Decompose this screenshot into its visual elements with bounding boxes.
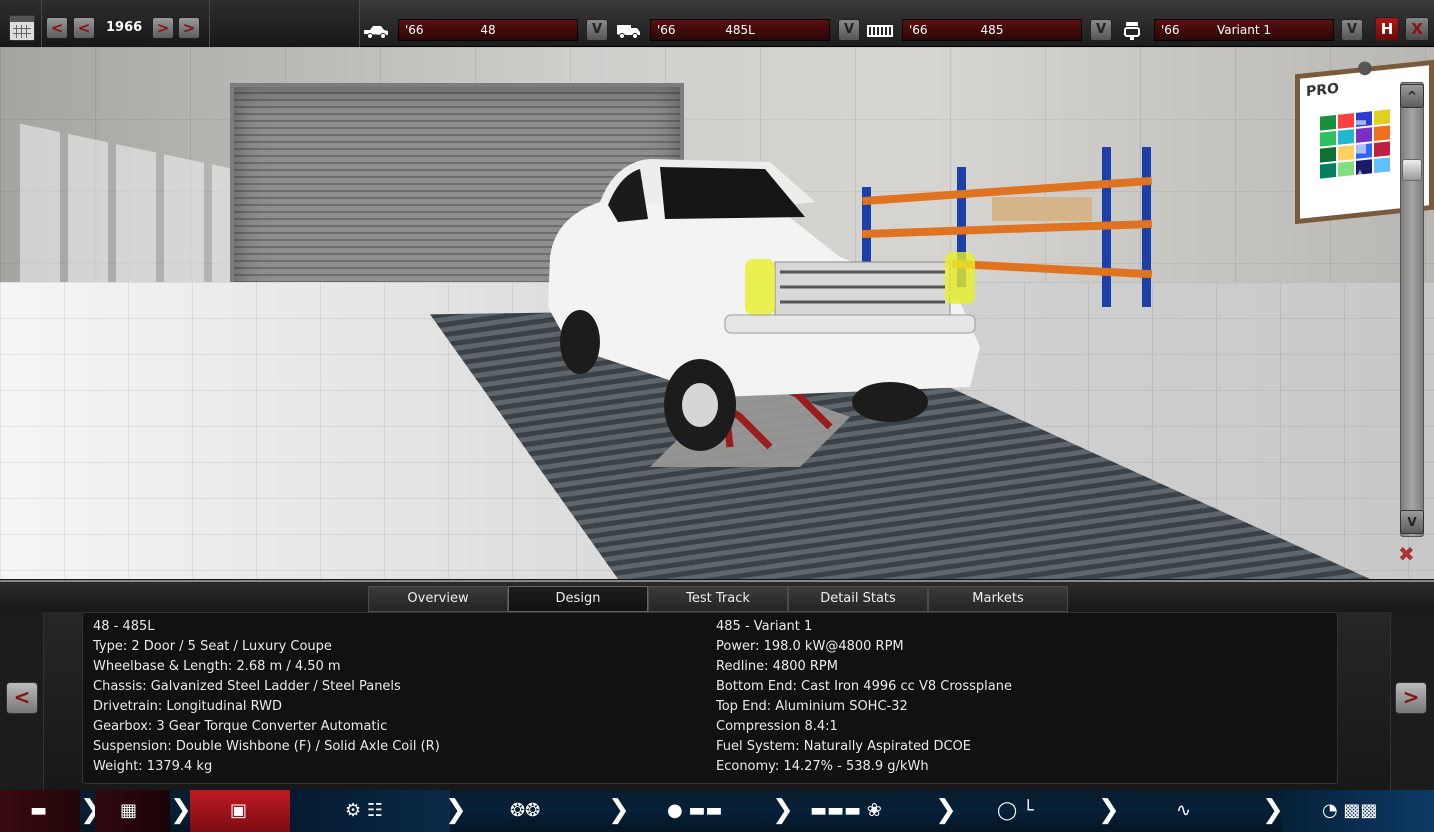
- trim-icon: ▣: [230, 800, 248, 821]
- engine-power: Power: 198.0 kW@4800 RPM: [716, 639, 904, 654]
- workflow-chassis[interactable]: ▦: [95, 790, 170, 832]
- scroll-up-button[interactable]: ^: [1400, 84, 1424, 108]
- engine-top-end: Top End: Aluminium SOHC-32: [716, 699, 908, 714]
- trim-dropdown-button[interactable]: V: [838, 19, 860, 41]
- interior-icon: ◯ └: [997, 800, 1034, 821]
- tab-markets[interactable]: Markets: [928, 586, 1068, 612]
- year-display: 1966: [106, 20, 143, 35]
- workflow-trim[interactable]: ▣: [190, 790, 290, 832]
- tab-design[interactable]: Design: [508, 586, 648, 612]
- variant-dropdown-button[interactable]: V: [1341, 19, 1363, 41]
- front-view-icon[interactable]: ■: [1355, 141, 1385, 157]
- wheels-brakes-icon: ❂❂: [510, 800, 541, 821]
- engine-bottom-end: Bottom End: Cast Iron 4996 cc V8 Crosspl…: [716, 679, 1012, 694]
- workflow-engine-gearbox[interactable]: ⚙ ☷: [290, 790, 450, 832]
- test-finish-icon: ◔ ▩▩: [1322, 800, 1378, 821]
- year-segment: < < 1966 > >: [42, 0, 210, 47]
- tab-detail-stats[interactable]: Detail Stats: [788, 586, 928, 612]
- scroll-down-button[interactable]: V: [1400, 510, 1424, 534]
- engine-name: 485: [980, 23, 1004, 37]
- car-drivetrain: Drivetrain: Longitudinal RWD: [93, 699, 283, 714]
- body-fixtures-icon: ● ▬▬: [667, 800, 723, 821]
- car-model-icon: [362, 21, 390, 41]
- scroll-thumb[interactable]: [1402, 159, 1422, 181]
- trim-name: 485L: [725, 23, 755, 37]
- engine-selector[interactable]: '66 485: [902, 19, 1082, 41]
- variant-selector[interactable]: '66 Variant 1: [1154, 19, 1334, 41]
- workflow-model[interactable]: ▬: [0, 790, 80, 832]
- workflow-interior[interactable]: ◯ └: [955, 790, 1105, 832]
- workflow-aero[interactable]: ▬▬▬ ❀: [790, 790, 940, 832]
- calendar-segment: [0, 0, 42, 47]
- workflow-bar: ▬ ❯ ▦ ❯ ▣ ⚙ ☷ ❯ ❂❂ ❯ ● ▬▬ ❯ ▬▬▬ ❀ ❯ ◯ └ …: [0, 790, 1434, 832]
- top-bar: < < 1966 > > '66 48 V '66 485L V '66 485…: [0, 0, 1434, 47]
- workflow-wheels[interactable]: ❂❂: [462, 790, 612, 832]
- year-prev-button[interactable]: <: [73, 17, 95, 39]
- engine-dropdown-button[interactable]: V: [1090, 19, 1112, 41]
- info-content: 48 - 485L Type: 2 Door / 5 Seat / Luxury…: [82, 612, 1338, 784]
- car-type: Type: 2 Door / 5 Seat / Luxury Coupe: [93, 639, 332, 654]
- year-next-button[interactable]: >: [152, 17, 174, 39]
- car-title: 48 - 485L: [93, 619, 155, 634]
- engine-redline: Redline: 4800 RPM: [716, 659, 838, 674]
- side-view-icon[interactable]: ▬: [1355, 115, 1385, 131]
- model-selector[interactable]: '66 48: [398, 19, 578, 41]
- info-prev-button[interactable]: <: [6, 682, 38, 714]
- chevron-right-icon: ❯: [1098, 795, 1120, 825]
- model-icon: ▬: [30, 800, 48, 821]
- chevron-right-icon: ❯: [170, 795, 192, 825]
- model-name: 48: [480, 23, 496, 37]
- tab-test-track[interactable]: Test Track: [648, 586, 788, 612]
- view-scrollbar[interactable]: [1400, 82, 1424, 537]
- rear-view-icon[interactable]: ▲: [1355, 167, 1385, 183]
- info-tabbar: Overview Design Test Track Detail Stats …: [0, 580, 1434, 612]
- car-weight: Weight: 1379.4 kg: [93, 759, 213, 774]
- chevron-right-icon: ❯: [935, 795, 957, 825]
- car-viewport[interactable]: PRO ● ▬ ■ ▲ ^ V ✖: [0, 47, 1434, 579]
- tab-overview[interactable]: Overview: [368, 586, 508, 612]
- camera-icon[interactable]: ●: [1357, 57, 1389, 78]
- chevron-right-icon: ❯: [1262, 795, 1284, 825]
- car-model: [548, 159, 980, 467]
- trim-selector[interactable]: '66 485L: [650, 19, 830, 41]
- reset-view-icon[interactable]: ✖: [1398, 542, 1426, 570]
- close-button[interactable]: X: [1405, 17, 1429, 41]
- engine-compression: Compression 8.4:1: [716, 719, 838, 734]
- aero-cooling-icon: ▬▬▬ ❀: [810, 800, 882, 821]
- engine-icon: [866, 21, 894, 41]
- year-prev-fast-button[interactable]: <: [46, 17, 68, 39]
- engine-fuel-system: Fuel System: Naturally Aspirated DCOE: [716, 739, 971, 754]
- calendar-icon[interactable]: [9, 15, 35, 41]
- save-button[interactable]: H: [1375, 17, 1399, 41]
- variant-name: Variant 1: [1216, 23, 1271, 37]
- info-panel: < > 48 - 485L Type: 2 Door / 5 Seat / Lu…: [0, 612, 1434, 790]
- trim-icon: [614, 21, 642, 41]
- engine-variant-icon: [1118, 21, 1146, 41]
- engine-gearbox-icon: ⚙ ☷: [345, 800, 383, 821]
- model-dropdown-button[interactable]: V: [586, 19, 608, 41]
- suspension-icon: ∿: [1176, 800, 1192, 821]
- car-suspension: Suspension: Double Wishbone (F) / Solid …: [93, 739, 440, 754]
- engine-economy: Economy: 14.27% - 538.9 g/kWh: [716, 759, 929, 774]
- chassis-icon: ▦: [120, 800, 138, 821]
- workflow-suspension[interactable]: ∿: [1118, 790, 1268, 832]
- engine-title: 485 - Variant 1: [716, 619, 813, 634]
- car-gearbox: Gearbox: 3 Gear Torque Converter Automat…: [93, 719, 388, 734]
- workflow-test[interactable]: ◔ ▩▩: [1282, 790, 1434, 832]
- info-next-button[interactable]: >: [1395, 682, 1427, 714]
- spacer-segment: [210, 0, 360, 47]
- workflow-body[interactable]: ● ▬▬: [625, 790, 775, 832]
- car-wheelbase: Wheelbase & Length: 2.68 m / 4.50 m: [93, 659, 341, 674]
- car-chassis: Chassis: Galvanized Steel Ladder / Steel…: [93, 679, 401, 694]
- year-next-fast-button[interactable]: >: [178, 17, 200, 39]
